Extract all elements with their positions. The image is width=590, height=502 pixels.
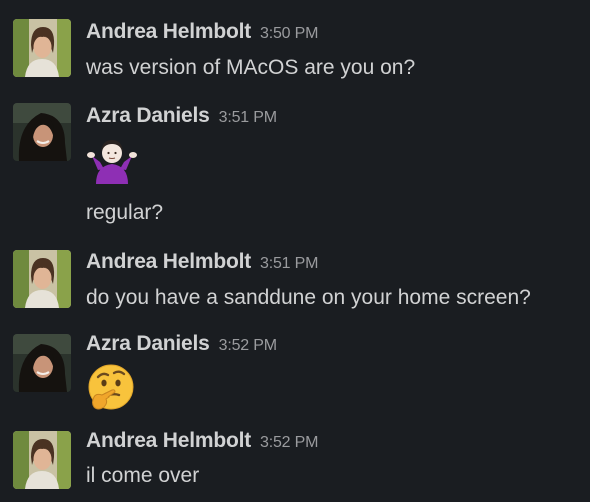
timestamp[interactable]: 3:51 PM (260, 255, 318, 272)
message-item: Azra Daniels 3:51 PM regular? (0, 100, 590, 240)
message-item: Andrea Helmbolt 3:51 PM do you have a san… (0, 240, 590, 330)
person-shrugging-icon[interactable] (86, 136, 138, 189)
message-item: Andrea Helmbolt 3:52 PM il come over (0, 425, 590, 502)
timestamp[interactable]: 3:51 PM (219, 109, 277, 126)
author-name[interactable]: Azra Daniels 3:51 PM (86, 104, 277, 128)
avatar-azra-daniels[interactable] (13, 103, 71, 161)
avatar-andrea-helmbolt[interactable] (13, 431, 71, 489)
message-text: do you have a sanddune on your home scre… (86, 286, 531, 309)
timestamp[interactable]: 3:52 PM (219, 337, 277, 354)
avatar-azra-daniels[interactable] (13, 334, 71, 392)
message-text: il come over (86, 464, 200, 487)
avatar-andrea-helmbolt[interactable] (13, 19, 71, 77)
author-name[interactable]: Andrea Helmbolt 3:52 PM (86, 429, 318, 453)
author-name[interactable]: Andrea Helmbolt 3:51 PM (86, 250, 318, 274)
author-name[interactable]: Andrea Helmbolt 3:50 PM (86, 20, 318, 44)
timestamp[interactable]: 3:50 PM (260, 25, 318, 42)
author-name[interactable]: Azra Daniels 3:52 PM (86, 332, 277, 356)
message-item: Azra Daniels 3:52 PM (0, 330, 590, 425)
message-item: Andrea Helmbolt 3:50 PM was version of MA… (0, 0, 590, 100)
message-text: regular? (86, 201, 164, 224)
timestamp[interactable]: 3:52 PM (260, 434, 318, 451)
message-text: was version of MAcOS are you on? (86, 56, 416, 79)
thinking-face-icon[interactable] (86, 363, 136, 418)
avatar-andrea-helmbolt[interactable] (13, 250, 71, 308)
